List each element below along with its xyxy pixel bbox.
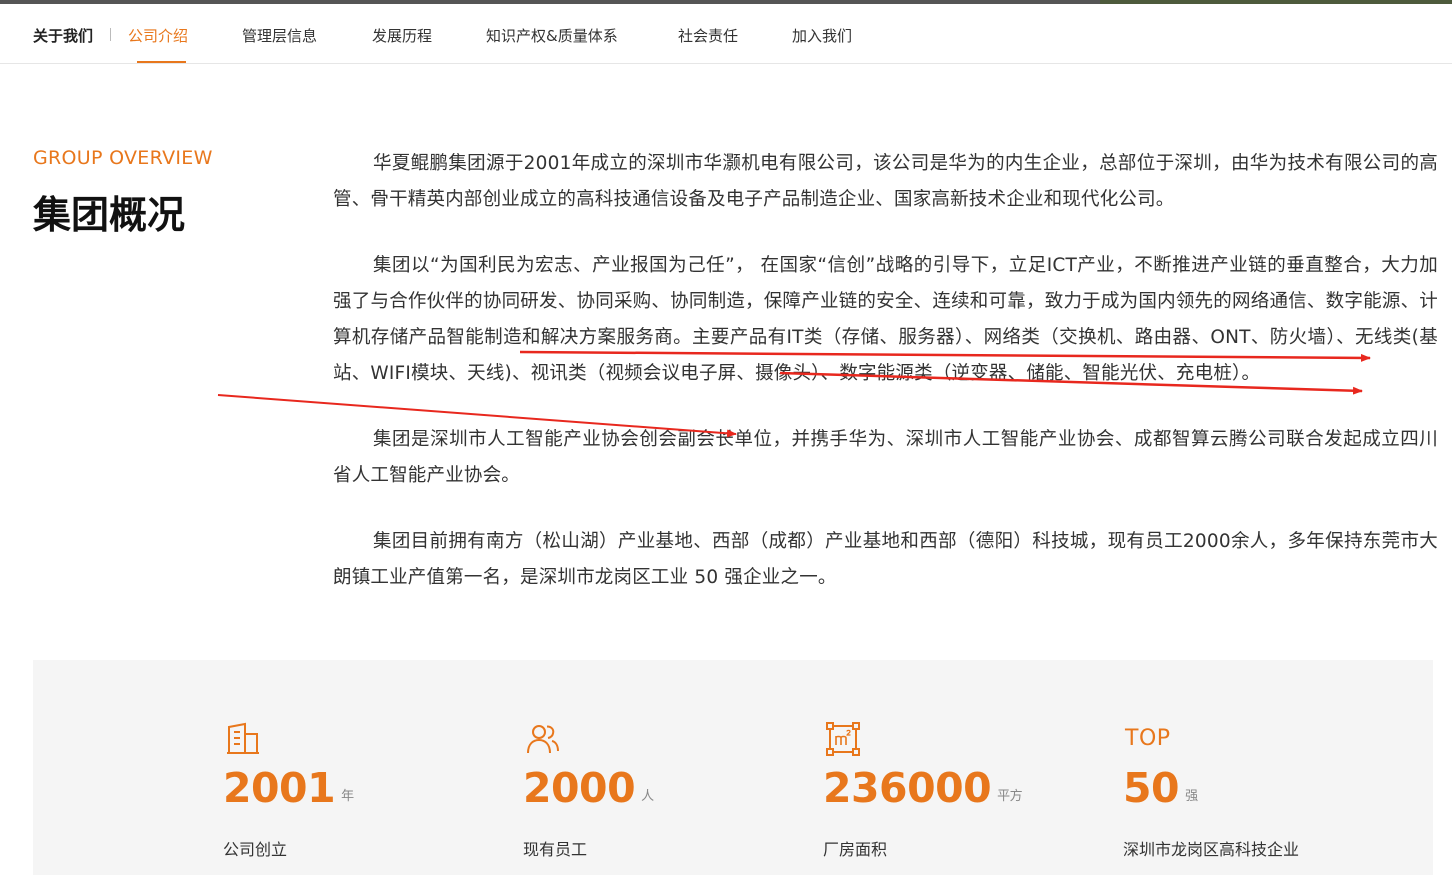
nav-tab-history[interactable]: 发展历程 <box>372 25 432 46</box>
area-m2-icon <box>826 722 860 756</box>
nav-section-title: 关于我们 <box>33 27 94 45</box>
stat-value: 50 强 <box>1123 764 1198 812</box>
sub-navigation: 关于我们 公司介绍 管理层信息 发展历程 知识产权&质量体系 社会责任 加入我们 <box>0 4 1452 64</box>
stat-employees: 2000 人 现有员工 <box>523 660 823 875</box>
stat-value: 2000 人 <box>523 764 654 812</box>
stat-founded: 2001 年 公司创立 <box>223 660 523 875</box>
stats-panel: 2001 年 公司创立 2000 人 现有员工 236000 平方 厂房面积 TOP … <box>33 660 1433 875</box>
overview-paragraph: 集团是深圳市人工智能产业协会创会副会长单位，并携手华为、深圳市人工智能产业协会、… <box>333 429 1438 486</box>
section-title-en: GROUP OVERVIEW <box>33 147 213 169</box>
stat-unit: 人 <box>641 789 654 804</box>
stat-factory-area: 236000 平方 厂房面积 <box>823 660 1123 875</box>
overview-paragraph: 集团目前拥有南方（松山湖）产业基地、西部（成都）产业基地和西部（德阳）科技城，现… <box>333 531 1438 588</box>
stat-unit: 强 <box>1185 789 1198 804</box>
active-tab-underline <box>137 61 186 63</box>
nav-divider <box>110 28 111 41</box>
stat-label: 公司创立 <box>223 840 288 859</box>
stat-label: 现有员工 <box>523 840 588 859</box>
stat-top-text: TOP <box>1125 726 1171 751</box>
stat-value: 2001 年 <box>223 764 354 812</box>
nav-tab-join-us[interactable]: 加入我们 <box>792 25 852 46</box>
overview-paragraph: 华夏鲲鹏集团源于2001年成立的深圳市华灏机电有限公司，该公司是华为的内生企业，… <box>333 153 1438 210</box>
stat-unit: 平方 <box>997 789 1023 804</box>
stat-top50: TOP 50 强 深圳市龙岗区高科技企业 <box>1123 660 1423 875</box>
overview-paragraph: 集团以“为国利民为宏志、产业报国为己任”， 在国家“信创”战略的引导下，立足IC… <box>333 255 1438 384</box>
nav-tab-company-intro[interactable]: 公司介绍 <box>128 25 188 46</box>
people-icon <box>527 725 559 754</box>
nav-tab-ip-quality[interactable]: 知识产权&质量体系 <box>486 25 618 46</box>
nav-tab-social-responsibility[interactable]: 社会责任 <box>678 25 738 46</box>
nav-tab-management[interactable]: 管理层信息 <box>242 25 317 46</box>
section-title-zh: 集团概况 <box>33 193 186 237</box>
building-icon <box>227 722 259 754</box>
overview-text: 华夏鲲鹏集团源于2001年成立的深圳市华灏机电有限公司，该公司是华为的内生企业，… <box>333 146 1438 626</box>
stat-value: 236000 平方 <box>823 764 1023 812</box>
stat-unit: 年 <box>341 789 354 804</box>
stat-label: 厂房面积 <box>823 840 888 859</box>
stat-label: 深圳市龙岗区高科技企业 <box>1123 840 1300 859</box>
